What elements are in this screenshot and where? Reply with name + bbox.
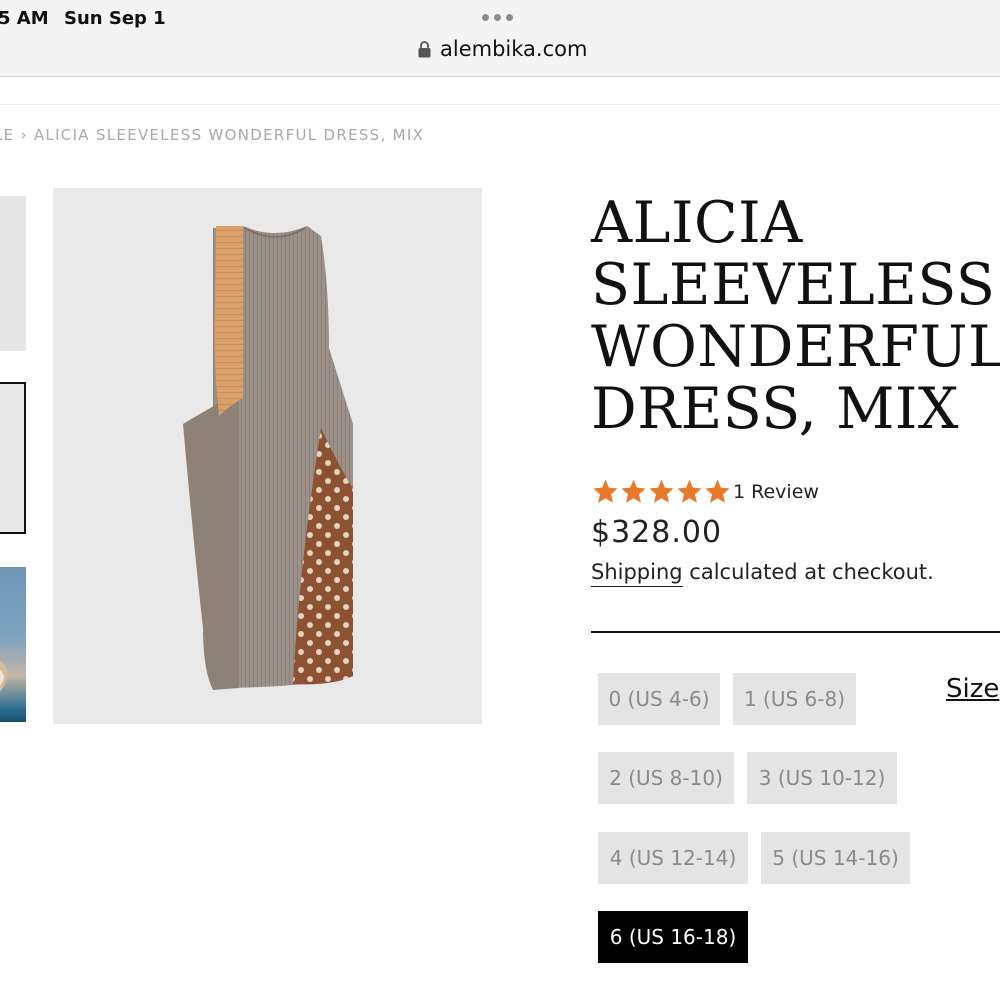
size-option-4[interactable]: 4 (US 12-14)	[598, 832, 748, 884]
browser-top-bar: 5 AM Sun Sep 1 alembika.com	[0, 0, 1000, 77]
title-line-3: WONDERFUL	[591, 314, 1000, 380]
breadcrumb[interactable]: LE › ALICIA SLEEVELESS WONDERFUL DRESS, …	[0, 126, 424, 144]
product-price: $328.00	[591, 515, 723, 550]
star-icon	[705, 479, 730, 503]
shipping-text: calculated at checkout.	[682, 560, 934, 584]
thumbnail-3[interactable]	[0, 567, 26, 722]
size-option-0[interactable]: 0 (US 4-6)	[598, 673, 720, 725]
size-chart-link[interactable]: Size	[946, 674, 999, 704]
size-option-5[interactable]: 5 (US 14-16)	[761, 832, 910, 884]
status-time: 5 AM	[0, 8, 49, 29]
section-divider	[591, 631, 1000, 633]
star-icon	[593, 479, 618, 503]
header-divider	[0, 104, 1000, 105]
lock-icon	[418, 40, 431, 57]
status-date: Sun Sep 1	[64, 8, 166, 29]
url-text: alembika.com	[440, 37, 588, 61]
star-icon	[649, 479, 674, 503]
size-option-3[interactable]: 3 (US 10-12)	[747, 752, 897, 804]
more-dots-icon[interactable]	[482, 14, 513, 21]
thumbnail-2-selected[interactable]	[0, 382, 26, 534]
product-rating[interactable]: 1 Review	[592, 478, 819, 505]
shipping-info: Shipping calculated at checkout.	[591, 560, 934, 587]
review-count-link[interactable]: 1 Review	[733, 481, 819, 503]
product-title: ALICIA SLEEVELESS WONDERFUL DRESS, MIX	[591, 192, 1000, 440]
thumbnail-1[interactable]	[0, 196, 26, 351]
size-option-6-selected[interactable]: 6 (US 16-18)	[598, 911, 748, 963]
main-product-image[interactable]	[53, 188, 482, 724]
dress-image	[183, 226, 353, 690]
title-line-4: DRESS, MIX	[591, 376, 959, 442]
size-option-2[interactable]: 2 (US 8-10)	[598, 752, 734, 804]
star-icon	[677, 479, 702, 503]
address-bar[interactable]: alembika.com	[418, 37, 587, 61]
title-line-1: ALICIA	[591, 190, 803, 256]
shipping-link[interactable]: Shipping	[591, 560, 683, 587]
title-line-2: SLEEVELESS	[591, 252, 996, 318]
star-icon	[621, 479, 646, 503]
thumbnail-model-image	[0, 661, 8, 692]
size-option-1[interactable]: 1 (US 6-8)	[733, 673, 856, 725]
star-rating	[592, 478, 731, 505]
